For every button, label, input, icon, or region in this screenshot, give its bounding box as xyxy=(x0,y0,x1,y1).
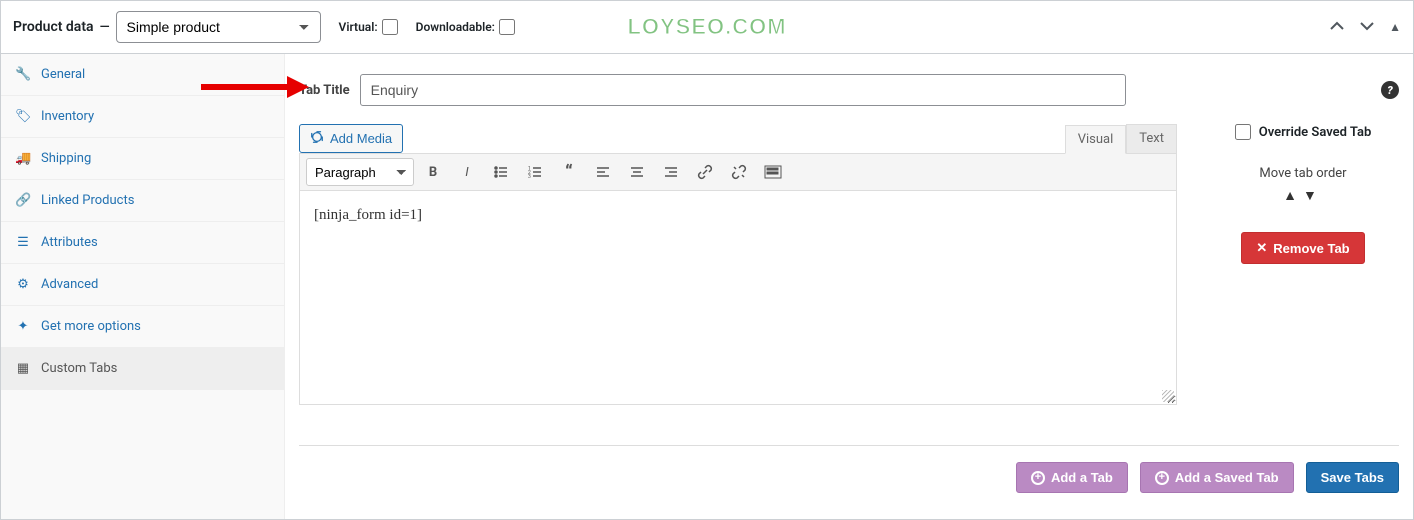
tab-title-row: Tab Title ? xyxy=(299,54,1399,124)
downloadable-checkbox[interactable] xyxy=(499,19,515,35)
sidebar-item-custom-tabs[interactable]: ▦ Custom Tabs xyxy=(1,348,284,390)
wrench-icon: 🔧 xyxy=(15,67,31,82)
sidebar-item-label: Linked Products xyxy=(41,193,134,208)
tab-text[interactable]: Text xyxy=(1126,124,1177,153)
watermark-text: LOYSEO.COM xyxy=(627,14,786,40)
sidebar-item-label: General xyxy=(41,67,85,82)
align-left-button[interactable] xyxy=(588,158,618,186)
sidebar-item-general[interactable]: 🔧 General xyxy=(1,54,284,96)
sidebar-item-attributes[interactable]: ☰ Attributes xyxy=(1,222,284,264)
move-down-button[interactable]: ▼ xyxy=(1303,188,1323,204)
tabs-icon: ▦ xyxy=(15,361,31,376)
move-up-button[interactable]: ▲ xyxy=(1283,188,1303,204)
sidebar-item-linked-products[interactable]: 🔗 Linked Products xyxy=(1,180,284,222)
tag-icon: 🏷 xyxy=(15,109,31,124)
remove-tab-button[interactable]: ✕ Remove Tab xyxy=(1241,232,1364,264)
override-saved-tab-checkbox[interactable] xyxy=(1235,124,1251,140)
virtual-checkbox-label: Virtual: xyxy=(339,19,398,35)
add-media-label: Add Media xyxy=(330,131,392,146)
product-type-select[interactable]: Simple product xyxy=(116,11,321,43)
editor-toolbar: Paragraph B I 123 “ xyxy=(299,153,1177,191)
bulleted-list-button[interactable] xyxy=(486,158,516,186)
sidebar-item-inventory[interactable]: 🏷 Inventory xyxy=(1,96,284,138)
gear-icon: ⚙ xyxy=(15,277,31,292)
tab-title-input[interactable] xyxy=(360,74,1126,106)
product-data-sidebar: 🔧 General 🏷 Inventory 🚚 Shipping 🔗 Linke… xyxy=(1,54,285,519)
insert-link-button[interactable] xyxy=(690,158,720,186)
italic-button[interactable]: I xyxy=(452,158,482,186)
blockquote-button[interactable]: “ xyxy=(554,158,584,186)
plus-circle-icon: + xyxy=(1155,471,1169,485)
list-icon: ☰ xyxy=(15,235,31,250)
align-center-button[interactable] xyxy=(622,158,652,186)
add-tab-button[interactable]: + Add a Tab xyxy=(1016,462,1128,493)
downloadable-checkbox-label: Downloadable: xyxy=(416,19,515,35)
sidebar-item-label: Inventory xyxy=(41,109,94,124)
add-saved-tab-button[interactable]: + Add a Saved Tab xyxy=(1140,462,1294,493)
order-arrows: ▲▼ xyxy=(1207,187,1399,204)
add-media-button[interactable]: Add Media xyxy=(299,124,403,153)
tab-visual[interactable]: Visual xyxy=(1065,125,1127,154)
truck-icon: 🚚 xyxy=(15,151,31,166)
sidebar-item-advanced[interactable]: ⚙ Advanced xyxy=(1,264,284,306)
move-tab-order-label: Move tab order xyxy=(1207,166,1399,181)
toolbar-toggle-button[interactable] xyxy=(758,158,788,186)
editor-column: Add Media Visual Text Paragraph B I xyxy=(299,124,1177,405)
svg-text:3: 3 xyxy=(528,174,531,180)
sidebar-item-label: Custom Tabs xyxy=(41,361,117,376)
paragraph-format-select[interactable]: Paragraph xyxy=(306,158,414,186)
product-data-panel: Product data — Simple product Virtual: D… xyxy=(0,0,1414,520)
editor-content-area[interactable]: [ninja_form id=1] xyxy=(299,191,1177,405)
chevron-up-icon[interactable] xyxy=(1329,18,1345,37)
bold-button[interactable]: B xyxy=(418,158,448,186)
chevron-down-icon[interactable] xyxy=(1359,18,1375,37)
plus-circle-icon: + xyxy=(1031,471,1045,485)
panel-title: Product data xyxy=(13,19,94,35)
editor-content-text: [ninja_form id=1] xyxy=(314,207,422,223)
title-dash: — xyxy=(100,20,110,35)
link-icon: 🔗 xyxy=(15,193,31,208)
main-content: Tab Title ? Add Media Visual xyxy=(285,54,1413,519)
save-tabs-button[interactable]: Save Tabs xyxy=(1306,462,1399,493)
numbered-list-button[interactable]: 123 xyxy=(520,158,550,186)
help-icon[interactable]: ? xyxy=(1381,81,1399,99)
store-icon: ✦ xyxy=(15,319,31,334)
editor-row: Add Media Visual Text Paragraph B I xyxy=(299,124,1399,405)
panel-body: 🔧 General 🏷 Inventory 🚚 Shipping 🔗 Linke… xyxy=(1,54,1413,519)
sidebar-item-label: Get more options xyxy=(41,319,141,334)
close-icon: ✕ xyxy=(1256,240,1267,256)
sidebar-item-label: Attributes xyxy=(41,235,98,250)
sidebar-item-label: Shipping xyxy=(41,151,91,166)
editor-media-row: Add Media Visual Text xyxy=(299,124,1177,153)
tab-title-label: Tab Title xyxy=(299,83,350,98)
footer-actions: + Add a Tab + Add a Saved Tab Save Tabs xyxy=(299,445,1399,505)
unlink-button[interactable] xyxy=(724,158,754,186)
editor-mode-tabs: Visual Text xyxy=(1065,124,1177,153)
panel-header: Product data — Simple product Virtual: D… xyxy=(1,1,1413,54)
sidebar-item-label: Advanced xyxy=(41,277,98,292)
override-saved-tab-label[interactable]: Override Saved Tab xyxy=(1207,124,1399,140)
triangle-toggle-icon[interactable]: ▲ xyxy=(1389,20,1401,34)
tab-side-column: Override Saved Tab Move tab order ▲▼ ✕ R… xyxy=(1177,124,1399,264)
align-right-button[interactable] xyxy=(656,158,686,186)
header-controls: ▲ xyxy=(1329,18,1401,37)
resize-handle-icon[interactable] xyxy=(1162,390,1174,402)
media-icon xyxy=(310,130,324,147)
sidebar-item-get-more-options[interactable]: ✦ Get more options xyxy=(1,306,284,348)
virtual-checkbox[interactable] xyxy=(382,19,398,35)
sidebar-item-shipping[interactable]: 🚚 Shipping xyxy=(1,138,284,180)
